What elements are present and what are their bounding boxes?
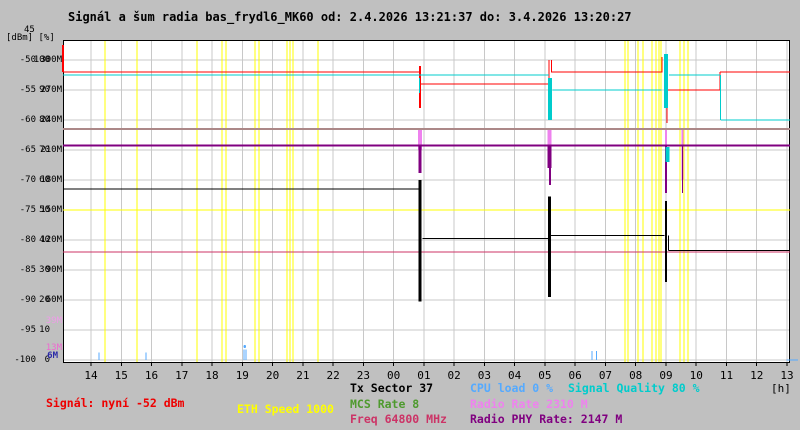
radio-signal-graph-page: Signál a šum radia bas_frydl6_MK60 od: 2… (0, 0, 800, 430)
legend-radio-rate: Radio Rate 2310 M (470, 397, 588, 411)
x-axis-tick-label: 21 (296, 369, 310, 382)
chart-canvas (62, 40, 799, 366)
y-axis-row: -70 60 180M (0, 175, 62, 185)
y-axis-tick-label: -70 (19, 175, 36, 185)
y-axis-tick-label: 180M (40, 175, 62, 185)
x-axis-tick-label: 15 (114, 369, 128, 382)
legend-signal-quality: Signal Quality 80 % (568, 381, 700, 395)
x-axis-unit-label: [h] (771, 382, 791, 395)
legend-tx-sector: Tx Sector 37 (350, 381, 434, 395)
y-axis-units: [dBm] [%] (6, 33, 55, 43)
x-axis-tick-label: 16 (144, 369, 159, 382)
y-axis-tick-label: 60M (45, 295, 62, 305)
y-axis-tick-label: -85 (19, 265, 36, 275)
legend-mcs-rate: MCS Rate 8 (350, 397, 420, 411)
page-title: Signál a šum radia bas_frydl6_MK60 od: 2… (68, 10, 632, 24)
x-axis-tick-label: 02 (447, 369, 461, 382)
y-axis-tick-label: -95 (19, 325, 36, 335)
y-axis-row: -80 40 120M (0, 235, 62, 245)
x-axis-tick-label: 12 (750, 369, 764, 382)
legend-cpu-load: CPU load 0 % (470, 381, 554, 395)
y-axis-tick-label: -55 (19, 85, 36, 95)
legend-eth-speed: ETH Speed 1000 (237, 402, 334, 416)
y-axis-row: -85 30 90M (0, 265, 62, 275)
x-axis-tick-label: 13 (780, 369, 794, 382)
y-axis-tick-label: 210M (40, 145, 62, 155)
y-axis-tick-label: -90 (19, 295, 36, 305)
x-axis-tick-label: 14 (84, 369, 98, 382)
series-cpu-load-dot (243, 345, 247, 348)
y-axis-tick-label: -75 (19, 205, 36, 215)
y-axis-row: -65 70 210M (0, 145, 62, 155)
y-axis-tick-label: -60 (19, 115, 36, 125)
x-axis-tick-label: 18 (205, 369, 219, 382)
y-axis-tick-label: 240M (40, 115, 62, 125)
y-axis-row: -50 100 300M (0, 55, 62, 65)
y-axis-row: -60 80 240M (0, 115, 62, 125)
legend-freq: Freq 64800 MHz (350, 412, 447, 426)
x-axis-tick-label: 17 (175, 369, 189, 382)
legend-radio-phy-rate: Radio PHY Rate: 2147 M (470, 412, 623, 426)
y-axis-tick-label: 120M (40, 235, 62, 245)
y-axis-row: -75 50 150M (0, 205, 62, 215)
y-axis-tick-label: -65 (19, 145, 36, 155)
y-axis-row: -55 90 270M (0, 85, 62, 95)
y-axis-row: -90 20 60M (0, 295, 62, 305)
legend-signal: Signál: nyní -52 dBm (46, 396, 185, 410)
y-axis-row: -95 10 (0, 325, 62, 335)
y-axis-tick-label: -80 (19, 235, 36, 245)
x-axis-tick-label: 11 (719, 369, 734, 382)
y-axis-tick-label: 150M (40, 205, 62, 215)
y-axis-tick-label: 10 (39, 325, 50, 335)
y-axis-tick-label: 90M (45, 265, 62, 275)
y-axis-extra-label: 39M (45, 316, 62, 326)
x-axis-tick-label: 19 (235, 369, 249, 382)
y-axis-tick-label: 270M (40, 85, 62, 95)
x-axis-tick-label: 20 (265, 369, 280, 382)
y-axis-extra-label: 6M (47, 351, 58, 361)
x-axis-tick-label: 22 (326, 369, 340, 382)
y-axis-tick-label: 300M (40, 55, 62, 65)
